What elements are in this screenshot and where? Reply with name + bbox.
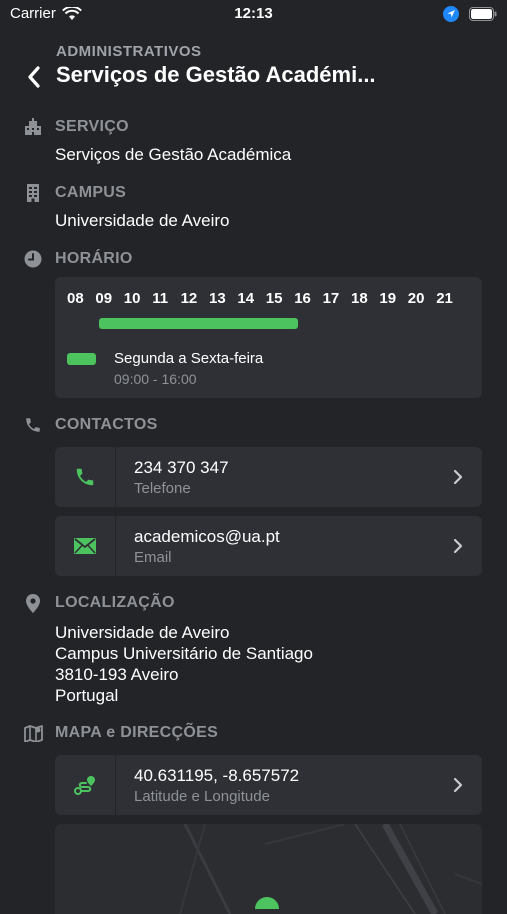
section-campus: CAMPUS [22,183,126,203]
coordinates-row[interactable]: 40.631195, -8.657572 Latitude e Longitud… [55,755,482,815]
contact-phone-row[interactable]: 234 370 347 Telefone [55,447,482,507]
section-contactos: CONTACTOS [22,415,158,435]
route-icon-box [55,755,116,815]
phone-icon [22,415,44,435]
phone-icon [76,468,94,486]
phone-type-label: Telefone [134,480,191,497]
status-bar: Carrier 12:13 [0,0,507,30]
address-line: Portugal [55,686,119,705]
page-title: Serviços de Gestão Académi... [56,62,376,87]
schedule-hours: 09:00 - 16:00 [114,371,197,387]
campus-label: CAMPUS [55,184,127,201]
open-hours-bar [99,318,299,329]
location-arrow-icon [443,6,459,22]
hour-label: 09 [95,290,113,307]
address-line: 3810-193 Aveiro [55,665,179,684]
hour-label: 16 [294,290,311,307]
address-line: Universidade de Aveiro [55,623,230,642]
address-block: Universidade de Aveiro Campus Universitá… [55,622,313,706]
chevron-right-icon [453,538,463,554]
email-address: academicos@ua.pt [134,527,280,546]
address-line: Campus Universitário de Santiago [55,644,313,663]
hour-label: 20 [407,290,425,307]
section-mapa: MAPA e DIRECÇÕES [22,723,218,743]
hour-label: 14 [237,290,255,307]
hour-label: 17 [322,290,340,307]
route-icon [74,776,95,795]
back-chevron-icon[interactable] [22,62,48,92]
navigation-bar: ADMINISTRATIVOS Serviços de Gestão Acadé… [0,40,507,100]
schedule-card: 08 09 10 11 12 13 14 15 16 17 18 19 20 21 Segunda a S… [55,277,482,398]
chevron-right-icon [453,469,463,485]
campus-building-icon [22,183,44,203]
hour-label: 15 [265,290,283,307]
email-type-label: Email [134,549,172,566]
localizacao-label: LOCALIZAÇÃO [55,594,175,611]
section-localizacao: LOCALIZAÇÃO [22,593,175,613]
servico-value: Serviços de Gestão Académica [55,145,292,164]
legend-swatch [67,353,96,365]
hour-label: 18 [351,290,368,307]
hour-label: 12 [180,290,198,307]
section-servico: SERVIÇO [22,117,129,137]
status-bar-right [443,6,497,22]
hour-label: 19 [379,290,397,307]
schedule-days: Segunda a Sexta-feira [114,350,264,367]
hour-label: 08 [67,290,84,307]
map-icon [22,723,44,743]
phone-number: 234 370 347 [134,458,229,477]
mail-icon-box [55,516,116,576]
coordinates-label: Latitude e Longitude [134,788,270,805]
mail-icon [74,538,96,554]
hour-label: 13 [209,290,226,307]
chevron-right-icon [453,777,463,793]
clock-icon [22,249,44,269]
hour-label: 21 [436,290,453,307]
location-pin-icon [22,593,44,613]
map-marker-icon [255,897,279,909]
building-icon [22,117,44,137]
hour-label: 10 [123,290,141,307]
battery-icon [469,7,497,21]
section-horario: HORÁRIO [22,249,133,269]
campus-value: Universidade de Aveiro [55,211,230,230]
horario-label: HORÁRIO [55,250,133,267]
contact-email-row[interactable]: academicos@ua.pt Email [55,516,482,576]
page-category: ADMINISTRATIVOS [56,43,202,60]
coordinates-value: 40.631195, -8.657572 [134,766,300,785]
map-view[interactable] [55,824,482,914]
status-time: 12:13 [234,5,273,22]
servico-label: SERVIÇO [55,118,129,135]
contactos-label: CONTACTOS [55,416,158,433]
hour-label: 11 [152,290,169,307]
hours-row: 08 09 10 11 12 13 14 15 16 17 18 19 20 21 [67,290,467,310]
mapa-label: MAPA e DIRECÇÕES [55,724,219,741]
phone-icon-box [55,447,116,507]
